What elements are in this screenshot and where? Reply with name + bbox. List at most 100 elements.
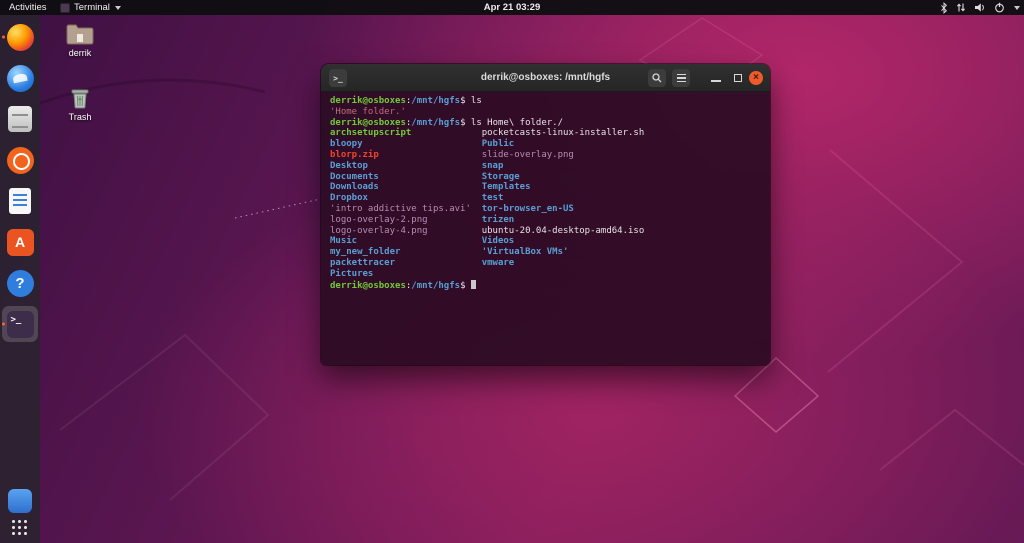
terminal-window: derrik@osboxes: /mnt/hgfs >_ × derrik@os… <box>321 64 770 365</box>
clock[interactable]: Apr 21 03:29 <box>484 0 541 15</box>
libreoffice-writer-icon <box>9 188 31 214</box>
terminal-text: $ <box>460 281 471 291</box>
dock-item-blue-app[interactable] <box>2 487 38 515</box>
power-icon <box>994 2 1005 13</box>
new-tab-button[interactable]: >_ <box>329 69 347 87</box>
terminal-line: 'intro addictive tips.avi' tor-browser_e… <box>330 204 770 215</box>
terminal-glyph: >_ <box>7 311 22 325</box>
bluetooth-icon <box>940 2 948 14</box>
terminal-text: slide-overlay.png <box>482 150 574 160</box>
help-icon: ? <box>7 270 34 297</box>
terminal-line: derrik@osboxes:/mnt/hgfs$ ls Home\ folde… <box>330 118 770 129</box>
terminal-text: Dropbox <box>330 193 482 203</box>
terminal-line: logo-overlay-4.png ubuntu-20.04-desktop-… <box>330 226 770 237</box>
close-button[interactable]: × <box>749 71 763 85</box>
maximize-button[interactable] <box>734 74 742 82</box>
terminal-titlebar[interactable]: derrik@osboxes: /mnt/hgfs >_ × <box>321 64 770 92</box>
trash-icon <box>50 86 110 110</box>
terminal-text: test <box>482 193 504 203</box>
app-menu[interactable]: Terminal <box>60 0 121 15</box>
terminal-line: archsetupscript pocketcasts-linux-instal… <box>330 128 770 139</box>
terminal-text: /mnt/hgfs <box>411 118 460 128</box>
terminal-text: Templates <box>482 182 531 192</box>
firefox-icon <box>7 24 34 51</box>
running-indicator <box>2 36 5 39</box>
terminal-text: Pictures <box>330 269 373 279</box>
terminal-text: logo-overlay-2.png <box>330 215 482 225</box>
terminal-text: vmware <box>482 258 515 268</box>
terminal-text: 'VirtualBox VMs' <box>482 247 569 257</box>
software-letter: A <box>15 234 25 250</box>
running-indicator <box>2 323 5 326</box>
ubuntu-software-icon: A <box>7 229 34 256</box>
files-icon <box>8 106 32 132</box>
dock-item-firefox[interactable] <box>2 19 38 55</box>
terminal-cursor <box>471 280 476 289</box>
network-icon <box>956 2 966 13</box>
window-title: derrik@osboxes: /mnt/hgfs <box>321 64 770 92</box>
terminal-text: /mnt/hgfs <box>411 96 460 106</box>
terminal-text: archsetupscript <box>330 128 482 138</box>
terminal-text: 'intro addictive tips.avi' <box>330 204 482 214</box>
top-bar: Activities Terminal Apr 21 03:29 <box>0 0 1024 15</box>
terminal-text: ubuntu-20.04-desktop-amd64.iso <box>482 226 645 236</box>
dock-item-ubuntu-software[interactable]: A <box>2 224 38 260</box>
thunderbird-icon <box>7 65 34 92</box>
terminal-tab-icon: >_ <box>333 74 343 83</box>
volume-icon <box>974 2 986 13</box>
terminal-text: my_new_folder <box>330 247 482 257</box>
terminal-text: bloopy <box>330 139 482 149</box>
terminal-line: Music Videos <box>330 236 770 247</box>
terminal-text: Music <box>330 236 482 246</box>
terminal-line: 'Home folder.' <box>330 107 770 118</box>
folder-icon <box>50 22 110 46</box>
terminal-line: derrik@osboxes:/mnt/hgfs$ ls <box>330 96 770 107</box>
terminal-text: pocketcasts-linux-installer.sh <box>482 128 645 138</box>
show-applications-button[interactable] <box>2 517 38 539</box>
terminal-line: Desktop snap <box>330 161 770 172</box>
desktop-icon-trash[interactable]: Trash <box>50 86 110 122</box>
search-icon <box>651 72 663 84</box>
terminal-line: bloopy Public <box>330 139 770 150</box>
terminal-output[interactable]: derrik@osboxes:/mnt/hgfs$ ls'Home folder… <box>321 92 770 365</box>
dock-item-libreoffice-writer[interactable] <box>2 183 38 219</box>
chevron-down-icon <box>115 6 121 10</box>
hamburger-icon <box>677 74 686 75</box>
terminal-line: blorp.zip slide-overlay.png <box>330 150 770 161</box>
terminal-text: Public <box>482 139 515 149</box>
terminal-app-mini-icon <box>60 3 70 13</box>
terminal-text: logo-overlay-4.png <box>330 226 482 236</box>
blue-app-icon <box>8 489 32 513</box>
terminal-text: ls Home\ folder./ <box>471 118 563 128</box>
rhythmbox-icon <box>7 147 34 174</box>
system-tray[interactable] <box>940 0 1020 15</box>
activities-button[interactable]: Activities <box>0 0 55 15</box>
terminal-text: Desktop <box>330 161 482 171</box>
search-button[interactable] <box>648 69 666 87</box>
terminal-icon: >_ <box>7 311 34 338</box>
dock-item-thunderbird[interactable] <box>2 60 38 96</box>
terminal-line: my_new_folder 'VirtualBox VMs' <box>330 247 770 258</box>
terminal-line: Downloads Templates <box>330 182 770 193</box>
terminal-text: derrik@osboxes <box>330 96 406 106</box>
terminal-text: tor-browser_en-US <box>482 204 574 214</box>
grid-icon <box>12 520 28 536</box>
dock-item-help[interactable]: ? <box>2 265 38 301</box>
terminal-text: packettracer <box>330 258 482 268</box>
terminal-text: trizen <box>482 215 515 225</box>
dock-item-rhythmbox[interactable] <box>2 142 38 178</box>
dock-item-terminal[interactable]: >_ <box>2 306 38 342</box>
menu-button[interactable] <box>672 69 690 87</box>
terminal-text: $ <box>460 96 471 106</box>
desktop-icon-label: derrik <box>50 48 110 58</box>
terminal-line: derrik@osboxes:/mnt/hgfs$ <box>330 280 770 291</box>
terminal-text: Videos <box>482 236 515 246</box>
terminal-text: Documents <box>330 172 482 182</box>
terminal-line: Documents Storage <box>330 172 770 183</box>
minimize-button[interactable] <box>711 80 721 82</box>
dock-item-files[interactable] <box>2 101 38 137</box>
terminal-text: blorp.zip <box>330 150 482 160</box>
dock: A ? >_ <box>0 15 40 543</box>
terminal-text: snap <box>482 161 504 171</box>
desktop-icon-home-folder[interactable]: derrik <box>50 22 110 58</box>
